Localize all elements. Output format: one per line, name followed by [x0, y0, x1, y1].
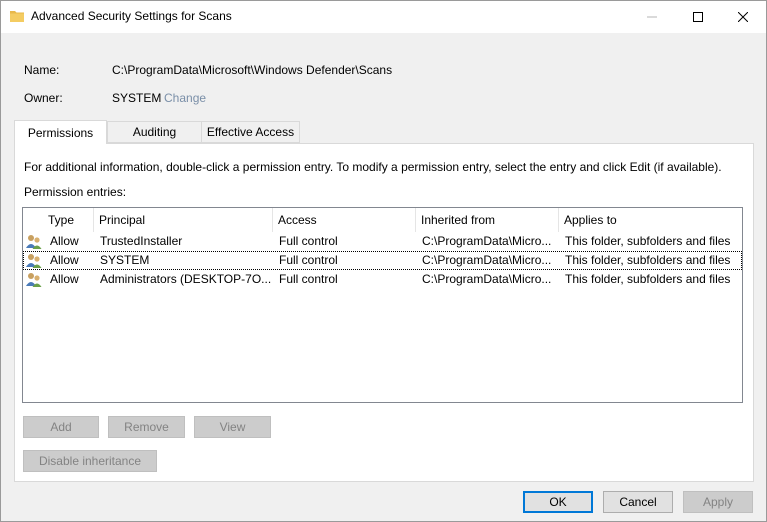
add-button[interactable]: Add [23, 416, 99, 438]
cell-principal: SYSTEM [100, 253, 150, 267]
cell-inherited-from: C:\ProgramData\Micro... [422, 272, 552, 286]
cell-inherited-from: C:\ProgramData\Micro... [422, 253, 552, 267]
cell-principal: Administrators (DESKTOP-7O... [100, 272, 272, 286]
owner-label: Owner: [24, 91, 63, 105]
column-type[interactable]: Type [43, 208, 94, 232]
maximize-button[interactable] [675, 1, 721, 33]
cell-access: Full control [279, 253, 338, 267]
table-row[interactable]: Allow TrustedInstaller Full control C:\P… [23, 232, 742, 251]
cell-inherited-from: C:\ProgramData\Micro... [422, 234, 552, 248]
cell-type: Allow [50, 253, 79, 267]
info-text: For additional information, double-click… [24, 160, 722, 174]
disable-inheritance-button[interactable]: Disable inheritance [23, 450, 157, 472]
folder-icon [10, 11, 24, 22]
permission-entries-list[interactable]: Type Principal Access Inherited from App… [22, 207, 743, 403]
close-icon [738, 12, 748, 22]
ok-button[interactable]: OK [523, 491, 593, 513]
users-icon [26, 273, 42, 287]
view-button[interactable]: View [194, 416, 271, 438]
remove-button[interactable]: Remove [108, 416, 185, 438]
owner-value: SYSTEM [112, 91, 162, 105]
tab-auditing[interactable]: Auditing [107, 121, 202, 143]
apply-button[interactable]: Apply [683, 491, 753, 513]
cell-type: Allow [50, 234, 79, 248]
tab-permissions[interactable]: Permissions [14, 120, 107, 144]
maximize-icon [693, 12, 703, 22]
cancel-button[interactable]: Cancel [603, 491, 673, 513]
cell-principal: TrustedInstaller [100, 234, 183, 248]
column-principal[interactable]: Principal [94, 208, 273, 232]
column-applies-to[interactable]: Applies to [559, 208, 742, 232]
cell-type: Allow [50, 272, 79, 286]
window-title: Advanced Security Settings for Scans [31, 9, 232, 23]
users-icon [26, 254, 42, 268]
cell-access: Full control [279, 234, 338, 248]
column-inherited-from[interactable]: Inherited from [416, 208, 559, 232]
name-label: Name: [24, 63, 60, 77]
minimize-button[interactable] [629, 1, 675, 33]
advanced-security-dialog: Advanced Security Settings for Scans Nam… [0, 0, 767, 522]
change-owner-link[interactable]: Change [164, 91, 206, 105]
cell-access: Full control [279, 272, 338, 286]
title-bar: Advanced Security Settings for Scans [1, 1, 766, 33]
close-button[interactable] [720, 1, 766, 33]
cell-applies-to: This folder, subfolders and files [565, 253, 731, 267]
permission-entries-label: Permission entries: [24, 185, 127, 199]
table-row[interactable]: Allow SYSTEM Full control C:\ProgramData… [23, 251, 742, 270]
minimize-icon [647, 16, 657, 18]
column-access[interactable]: Access [273, 208, 416, 232]
list-header: Type Principal Access Inherited from App… [23, 208, 742, 232]
cell-applies-to: This folder, subfolders and files [565, 272, 731, 286]
cell-applies-to: This folder, subfolders and files [565, 234, 731, 248]
name-value: C:\ProgramData\Microsoft\Windows Defende… [112, 63, 393, 77]
users-icon [26, 235, 42, 249]
tab-effective-access[interactable]: Effective Access [201, 121, 300, 143]
table-row[interactable]: Allow Administrators (DESKTOP-7O... Full… [23, 270, 742, 289]
